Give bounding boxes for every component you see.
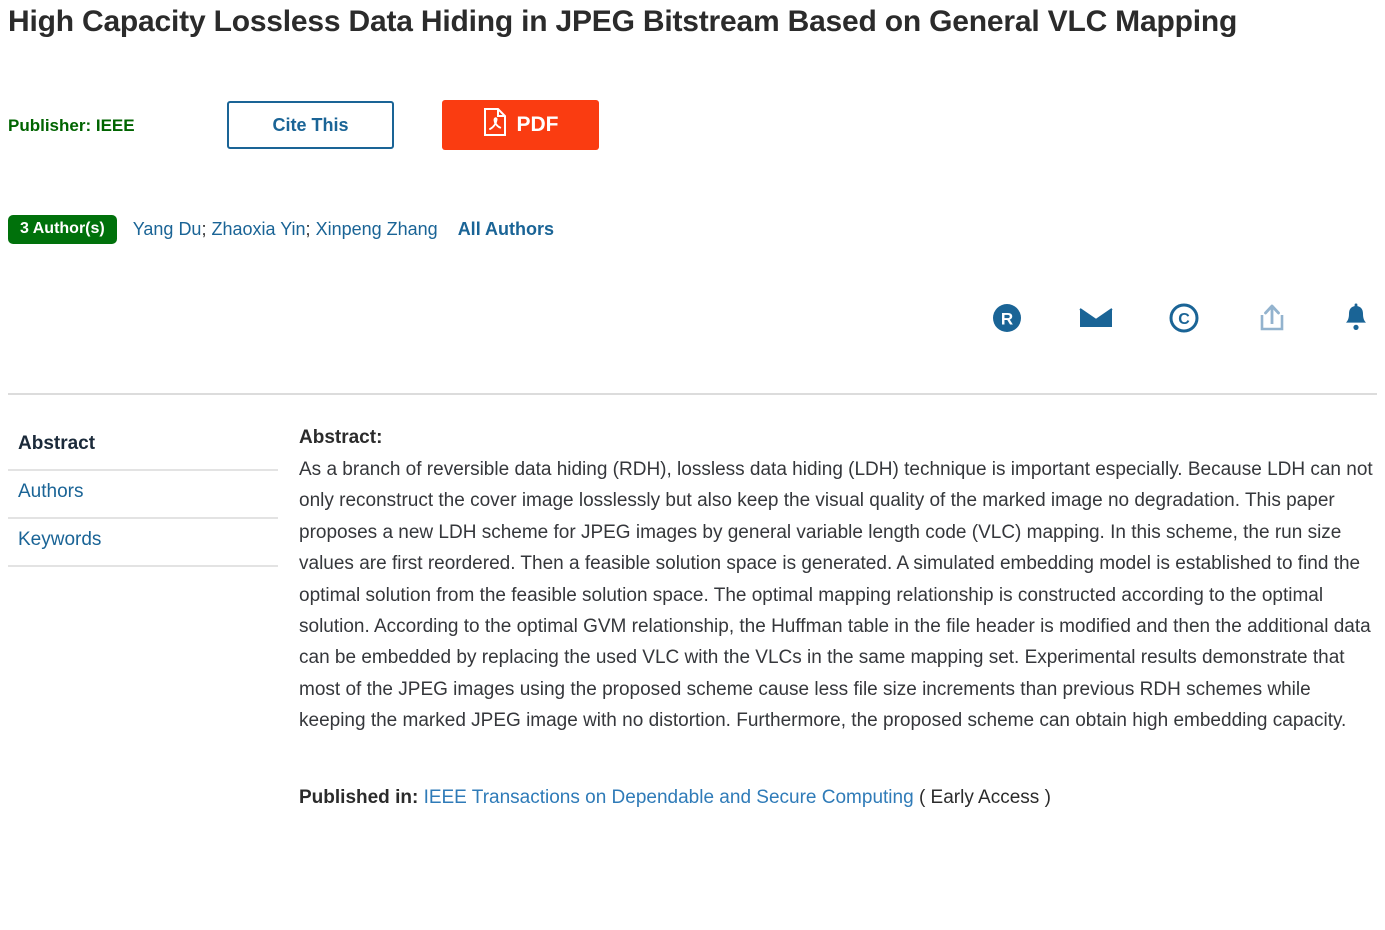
sidebar-item-label: Authors: [18, 481, 84, 502]
sidebar-item-authors[interactable]: Authors: [8, 471, 278, 519]
published-in-label: Published in:: [299, 786, 419, 808]
article-section-nav: Abstract Authors Keywords: [8, 423, 278, 567]
publisher-label: Publisher: IEEE: [8, 116, 135, 135]
cite-this-button[interactable]: Cite This: [227, 101, 394, 149]
sidebar-item-abstract[interactable]: Abstract: [8, 423, 278, 471]
abstract-body-text: As a branch of reversible data hiding (R…: [299, 459, 1373, 732]
journal-link[interactable]: IEEE Transactions on Dependable and Secu…: [424, 787, 914, 808]
sidebar-item-label: Abstract: [18, 433, 96, 454]
article-tools-toolbar: R C: [985, 300, 1377, 340]
author-name-list: Yang Du; Zhaoxia Yin; Xinpeng Zhang: [133, 219, 438, 240]
abstract-section: Abstract: As a branch of reversible data…: [299, 423, 1375, 813]
pdf-download-button[interactable]: PDF: [442, 100, 599, 150]
published-in-line: Published in: IEEE Transactions on Depen…: [299, 783, 1375, 813]
author-separator-2: ;: [305, 218, 311, 239]
sidebar-item-label: Keywords: [18, 529, 102, 550]
author-link-2[interactable]: Zhaoxia Yin: [211, 219, 305, 239]
alerts-bell-icon[interactable]: [1338, 300, 1374, 336]
ieee-paper-page: High Capacity Lossless Data Hiding in JP…: [0, 0, 1385, 930]
svg-text:C: C: [1178, 311, 1190, 328]
email-icon[interactable]: [1078, 300, 1114, 336]
author-separator-1: ;: [201, 218, 207, 239]
page-title: High Capacity Lossless Data Hiding in JP…: [8, 5, 1238, 38]
author-link-3[interactable]: Xinpeng Zhang: [316, 219, 438, 239]
pdf-document-icon: [483, 108, 507, 142]
copyright-icon[interactable]: C: [1166, 300, 1202, 336]
share-icon[interactable]: [1254, 300, 1290, 336]
pdf-label: PDF: [516, 113, 559, 136]
researchgate-icon[interactable]: R: [989, 300, 1025, 336]
early-access-badge: ( Early Access ): [918, 786, 1051, 808]
section-divider: [8, 393, 1377, 395]
abstract-heading: Abstract:: [299, 427, 383, 448]
publisher-actions-row: Publisher: IEEE Cite This PDF: [8, 100, 1368, 164]
sidebar-item-keywords[interactable]: Keywords: [8, 519, 278, 567]
authors-row: 3 Author(s) Yang Du; Zhaoxia Yin; Xinpen…: [8, 213, 554, 245]
author-count-badge[interactable]: 3 Author(s): [8, 214, 117, 244]
svg-text:R: R: [1001, 310, 1013, 329]
all-authors-link[interactable]: All Authors: [458, 219, 554, 240]
author-link-1[interactable]: Yang Du: [133, 219, 202, 239]
cite-this-label: Cite This: [272, 114, 349, 135]
